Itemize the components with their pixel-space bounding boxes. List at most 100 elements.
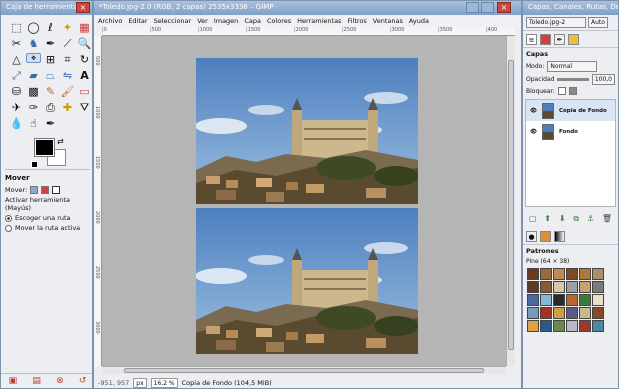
smudge-icon[interactable]: ☝	[26, 117, 41, 131]
close-icon[interactable]: ×	[497, 2, 511, 13]
eye-icon[interactable]: 👁	[530, 108, 537, 114]
new-layer-icon[interactable]: ▢	[529, 214, 537, 224]
measure-icon[interactable]: △	[9, 53, 24, 67]
save-options-icon[interactable]: ▣	[9, 376, 18, 386]
layers-tab-icon[interactable]: ≡	[526, 34, 537, 45]
pattern-swatch[interactable]	[553, 320, 565, 332]
default-colors-icon[interactable]	[31, 161, 38, 168]
eraser-icon[interactable]: ▭	[77, 85, 92, 99]
pencil-icon[interactable]: ✎	[43, 85, 58, 99]
pattern-swatch[interactable]	[566, 294, 578, 306]
fuzzy-select-icon[interactable]: ✦	[60, 21, 75, 35]
airbrush-icon[interactable]: ✈	[9, 101, 24, 115]
dodge-icon[interactable]: ✒	[43, 117, 58, 131]
pattern-swatch[interactable]	[540, 268, 552, 280]
menu-archivo[interactable]: Archivo	[98, 15, 122, 27]
pattern-swatch[interactable]	[553, 281, 565, 293]
swap-colors-icon[interactable]: ⇄	[57, 137, 64, 146]
maximize-icon[interactable]	[481, 2, 494, 13]
pattern-swatch[interactable]	[592, 307, 604, 319]
pattern-swatch[interactable]	[566, 307, 578, 319]
raise-layer-icon[interactable]: ⬆	[544, 214, 551, 224]
color-picker-icon[interactable]: ⟋	[60, 37, 75, 51]
pattern-swatch[interactable]	[540, 294, 552, 306]
text-icon[interactable]: A	[77, 69, 92, 83]
scroll-thumb[interactable]	[508, 60, 514, 350]
pattern-swatch[interactable]	[579, 281, 591, 293]
flip-icon[interactable]: ⇋	[60, 69, 75, 83]
rect-select-icon[interactable]: ⬚	[9, 21, 24, 35]
ellipse-select-icon[interactable]: ◯	[26, 21, 41, 35]
layer-name[interactable]: Fondo	[559, 129, 578, 135]
vertical-scrollbar[interactable]	[506, 36, 515, 366]
duplicate-layer-icon[interactable]: ⧉	[573, 214, 579, 224]
menu-ventanas[interactable]: Ventanas	[373, 15, 403, 27]
menu-herramientas[interactable]: Herramientas	[297, 15, 341, 27]
pattern-swatch[interactable]	[553, 307, 565, 319]
selection-mode-icon[interactable]	[41, 186, 50, 194]
free-select-icon[interactable]: ℓ	[43, 21, 58, 35]
color-select-icon[interactable]: ▦	[77, 21, 92, 35]
minimize-icon[interactable]	[466, 2, 479, 13]
pattern-swatch[interactable]	[540, 320, 552, 332]
layer-mode-icon[interactable]	[30, 186, 39, 194]
paths-tab-icon[interactable]: ✒	[554, 34, 565, 45]
menu-capa[interactable]: Capa	[244, 15, 261, 27]
pattern-swatch[interactable]	[566, 281, 578, 293]
scale-icon[interactable]: ⤢	[9, 69, 24, 83]
lock-pixels-checkbox[interactable]	[557, 87, 566, 95]
paths-icon[interactable]: ✒	[43, 37, 58, 51]
color-swatches[interactable]: ⇄	[31, 137, 92, 173]
reset-options-icon[interactable]: ↺	[79, 376, 87, 386]
path-mode-icon[interactable]	[52, 186, 61, 194]
vertical-ruler[interactable]: 500 1000 1500 2000 2500 3000	[94, 36, 102, 366]
radio-pick-path[interactable]	[5, 214, 12, 222]
crop-icon[interactable]: ⌗	[60, 53, 75, 67]
toledo-image[interactable]	[196, 58, 418, 354]
pattern-swatch[interactable]	[527, 320, 539, 332]
menu-ayuda[interactable]: Ayuda	[409, 15, 429, 27]
pattern-swatch[interactable]	[527, 307, 539, 319]
zoom-icon[interactable]: 🔍	[77, 37, 92, 51]
layer-name[interactable]: Copia de Fondo	[559, 108, 607, 114]
pattern-swatch[interactable]	[566, 268, 578, 280]
blur-icon[interactable]: 💧	[9, 117, 24, 131]
horizontal-ruler[interactable]: |0 |500 |1000 |1500 |2000 |2500 |3000 |3…	[102, 27, 515, 36]
pattern-swatch[interactable]	[592, 320, 604, 332]
delete-options-icon[interactable]: ⊗	[56, 376, 64, 386]
pattern-swatch[interactable]	[566, 320, 578, 332]
brush-tab-icon[interactable]: ●	[526, 231, 537, 242]
pattern-swatch[interactable]	[527, 294, 539, 306]
lower-layer-icon[interactable]: ⬇	[559, 214, 566, 224]
image-select[interactable]: Toledo.jpg-2	[526, 17, 586, 28]
unit-select[interactable]: px	[133, 377, 147, 388]
scissors-icon[interactable]: ✂	[9, 37, 24, 51]
scroll-thumb[interactable]	[124, 368, 484, 373]
pattern-swatch[interactable]	[579, 320, 591, 332]
eye-icon[interactable]: 👁	[530, 129, 537, 135]
pattern-swatch[interactable]	[540, 281, 552, 293]
pattern-swatch[interactable]	[579, 307, 591, 319]
menu-filtros[interactable]: Filtros	[347, 15, 366, 27]
bucket-fill-icon[interactable]: ⛁	[9, 85, 24, 99]
menu-colores[interactable]: Colores	[267, 15, 291, 27]
pattern-swatch[interactable]	[553, 268, 565, 280]
layer-row[interactable]: 👁 Fondo	[526, 121, 615, 142]
pattern-swatch[interactable]	[592, 294, 604, 306]
align-icon[interactable]: ⊞	[43, 53, 58, 67]
foreground-select-icon[interactable]: ♞	[26, 37, 41, 51]
perspective-clone-icon[interactable]: ⛛	[77, 101, 92, 115]
pattern-swatch[interactable]	[527, 268, 539, 280]
auto-button[interactable]: Auto	[588, 17, 608, 28]
paintbrush-icon[interactable]: 🖌	[60, 85, 75, 99]
heal-icon[interactable]: ✚	[60, 101, 75, 115]
radio-row-1[interactable]: Escoger una ruta	[5, 214, 90, 222]
pattern-swatch[interactable]	[540, 307, 552, 319]
menu-seleccionar[interactable]: Seleccionar	[154, 15, 192, 27]
horizontal-scrollbar[interactable]	[102, 366, 506, 374]
pattern-swatch[interactable]	[553, 294, 565, 306]
ink-icon[interactable]: ✑	[26, 101, 41, 115]
radio-row-2[interactable]: Mover la ruta activa	[5, 224, 90, 232]
anchor-layer-icon[interactable]: ⚓	[587, 214, 594, 224]
pattern-swatch[interactable]	[592, 281, 604, 293]
